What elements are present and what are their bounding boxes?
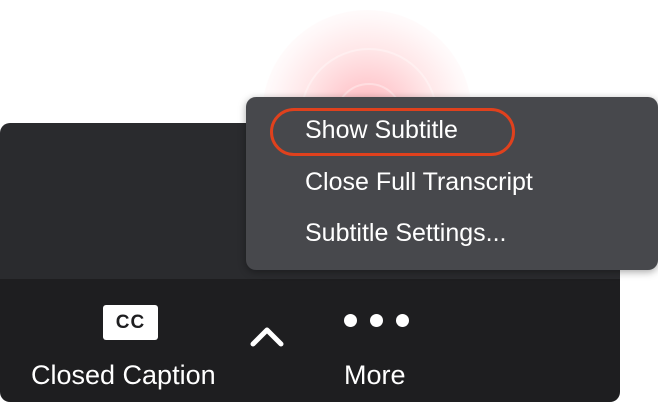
menu-item-subtitle-settings[interactable]: Subtitle Settings... [305,219,507,248]
chevron-up-icon[interactable] [250,325,284,347]
closed-caption-label: Closed Caption [31,360,216,390]
show-subtitle-highlight [270,108,515,156]
more-dots-icon [344,314,414,328]
menu-item-close-full-transcript[interactable]: Close Full Transcript [305,168,533,197]
screen: CC Closed Caption More Show Subtitle Clo… [0,0,658,402]
cc-icon: CC [103,305,158,340]
more-label: More [344,360,406,390]
